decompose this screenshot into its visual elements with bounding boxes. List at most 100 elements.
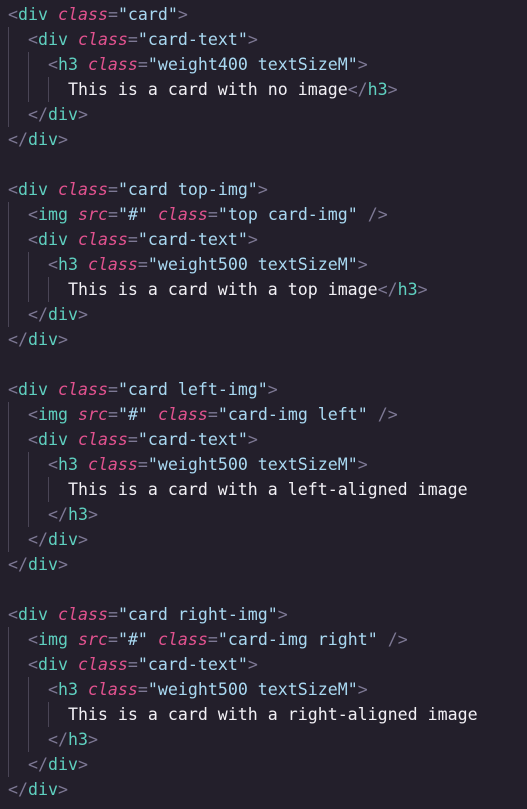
indent-guide [8, 452, 9, 477]
code-line[interactable]: <img src="#" class="top card-img" /> [0, 202, 527, 227]
code-line[interactable]: </div> [0, 127, 527, 152]
code-line[interactable]: <h3 class="weight500 textSizeM"> [0, 252, 527, 277]
token-eq: = [137, 680, 148, 699]
token-punc: > [277, 605, 288, 624]
code-line[interactable]: <div class="card top-img"> [0, 177, 527, 202]
token-tag: div [37, 30, 68, 49]
token-attr: src [77, 405, 108, 424]
code-line[interactable]: This is a card with no image</h3> [0, 77, 527, 102]
code-line[interactable] [0, 577, 527, 602]
indent-guide [8, 52, 9, 77]
token-tag: div [47, 755, 78, 774]
code-line[interactable] [0, 152, 527, 177]
code-line[interactable]: </h3> [0, 502, 527, 527]
token-tag: h3 [67, 730, 88, 749]
token-str: "#" [117, 205, 148, 224]
token-punc: </ [27, 305, 48, 324]
code-line[interactable]: <div class="card"> [0, 2, 527, 27]
token-attr: class [87, 680, 138, 699]
token-tag: div [37, 430, 68, 449]
code-line[interactable]: <div class="card-text"> [0, 27, 527, 52]
token-str: "card-text" [137, 30, 248, 49]
token-str: "weight500 textSizeM" [147, 255, 358, 274]
indent-guide [8, 502, 9, 527]
token-attr: class [157, 205, 208, 224]
token-punc: </ [377, 280, 398, 299]
code-line[interactable]: <div class="card right-img"> [0, 602, 527, 627]
code-line[interactable]: This is a card with a right-aligned imag… [0, 702, 527, 727]
code-line[interactable]: </div> [0, 102, 527, 127]
token-punc: </ [47, 730, 68, 749]
code-line[interactable]: <div class="card left-img"> [0, 377, 527, 402]
indent-guide [48, 277, 49, 302]
token-eq: = [107, 5, 118, 24]
token-punc: < [27, 230, 38, 249]
code-editor[interactable]: <div class="card"> <div class="card-text… [0, 0, 527, 802]
code-line[interactable]: This is a card with a top image</h3> [0, 277, 527, 302]
code-line[interactable]: </h3> [0, 727, 527, 752]
indent-guide [8, 277, 9, 302]
code-line[interactable] [0, 352, 527, 377]
code-line[interactable]: </div> [0, 327, 527, 352]
token-tag: div [47, 305, 78, 324]
token-str: "top card-img" [217, 205, 358, 224]
token-attr: class [77, 430, 128, 449]
token-punc: > [177, 5, 188, 24]
token-punc: > [417, 280, 428, 299]
code-line[interactable]: <img src="#" class="card-img left" /> [0, 402, 527, 427]
token-str: "card right-img" [117, 605, 278, 624]
token-punc: > [357, 55, 368, 74]
token-attr: class [157, 405, 208, 424]
token-punc: </ [347, 80, 368, 99]
code-line[interactable]: </div> [0, 777, 527, 802]
code-line[interactable]: <h3 class="weight500 textSizeM"> [0, 677, 527, 702]
token-eq: = [127, 655, 138, 674]
token-str: "weight400 textSizeM" [147, 55, 358, 74]
code-line[interactable]: <h3 class="weight500 textSizeM"> [0, 452, 527, 477]
indent-guide [8, 702, 9, 727]
token-punc: < [27, 630, 38, 649]
indent-guide [8, 402, 9, 427]
token-punc: </ [8, 780, 28, 799]
token-punc: > [87, 730, 98, 749]
token-punc: < [27, 405, 38, 424]
token-eq: = [107, 605, 118, 624]
code-line[interactable]: </div> [0, 552, 527, 577]
token-str: "card" [117, 5, 178, 24]
indent-guide [8, 652, 9, 677]
code-line[interactable]: <img src="#" class="card-img right" /> [0, 627, 527, 652]
indent-guide [8, 477, 9, 502]
indent-guide [28, 252, 29, 277]
token-attr: class [87, 255, 138, 274]
code-line[interactable]: <div class="card-text"> [0, 427, 527, 452]
token-str: "weight500 textSizeM" [147, 455, 358, 474]
indent-guide [28, 77, 29, 102]
token-str: "card-text" [137, 430, 248, 449]
code-line[interactable]: <h3 class="weight400 textSizeM"> [0, 52, 527, 77]
token-attr: class [87, 55, 138, 74]
code-line[interactable]: </div> [0, 527, 527, 552]
code-line[interactable]: </div> [0, 302, 527, 327]
code-line[interactable]: </div> [0, 752, 527, 777]
code-line[interactable]: <div class="card-text"> [0, 227, 527, 252]
token-punc: > [357, 255, 368, 274]
token-punc: > [57, 555, 68, 574]
code-line[interactable]: This is a card with a left-aligned image [0, 477, 527, 502]
indent-guide [8, 102, 9, 127]
token-attr: class [77, 230, 128, 249]
indent-guide [8, 527, 9, 552]
code-line[interactable]: <div class="card-text"> [0, 652, 527, 677]
token-punc: < [47, 455, 58, 474]
